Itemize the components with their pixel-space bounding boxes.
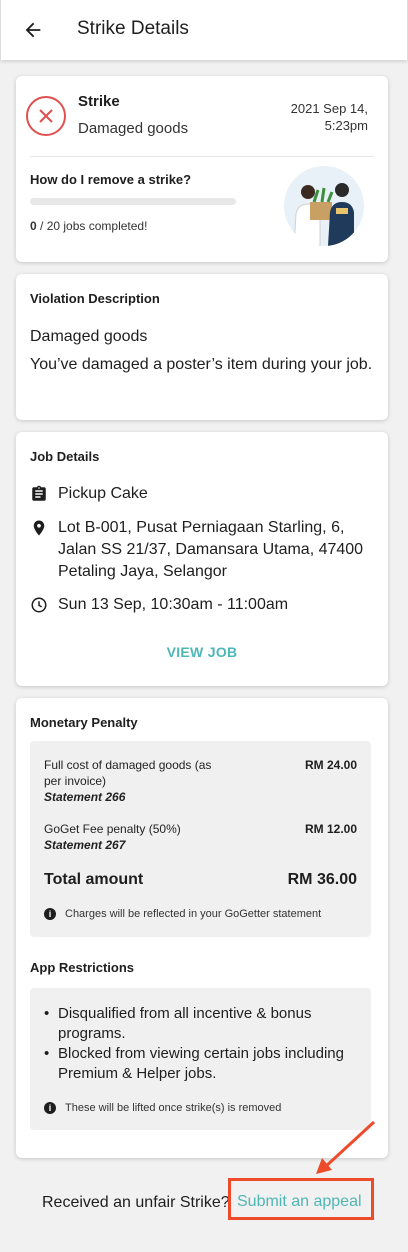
app-restrictions-title: App Restrictions: [30, 960, 135, 975]
view-job-button[interactable]: VIEW JOB: [16, 644, 388, 660]
fee-item: GoGet Fee penalty (50%) Statement 267: [44, 821, 224, 853]
monetary-penalty-title: Monetary Penalty: [30, 715, 138, 730]
fee-item-value: RM 24.00: [304, 758, 357, 772]
restrictions-box: Disqualified from all incentive & bonus …: [30, 988, 371, 1130]
violation-body: You’ve damaged a poster’s item during yo…: [30, 356, 373, 373]
back-button[interactable]: [19, 16, 47, 44]
charges-note: i Charges will be reflected in your GoGe…: [44, 908, 321, 920]
job-details-card: Job Details Pickup Cake Lot B-001, Pusat…: [16, 432, 388, 686]
info-icon: i: [44, 908, 56, 920]
jobs-completed-text: 0 / 20 jobs completed!: [30, 219, 147, 233]
strike-date: 2021 Sep 14, 5:23pm: [268, 100, 368, 134]
job-time: Sun 13 Sep, 10:30am - 11:00am: [58, 596, 289, 613]
penalty-box: Full cost of damaged goods (as per invoi…: [30, 741, 371, 937]
job-name: Pickup Cake: [58, 485, 148, 502]
remove-strike-title: How do I remove a strike?: [30, 172, 192, 187]
strike-card: Strike Damaged goods 2021 Sep 14, 5:23pm…: [16, 76, 388, 262]
violation-title: Violation Description: [30, 291, 160, 306]
job-details-title: Job Details: [30, 449, 100, 464]
job-address: Lot B-001, Pusat Perniagaan Starling, 6,…: [58, 519, 364, 580]
clipboard-icon: [32, 485, 46, 501]
total-value: RM 36.00: [287, 871, 357, 888]
fee-item-label: Full cost of damaged goods (as per invoi…: [44, 758, 212, 788]
jobs-completed-count: 0: [30, 219, 37, 233]
jobs-completed-total: / 20 jobs completed!: [36, 219, 148, 233]
clock-icon: [31, 597, 47, 613]
arrow-left-icon: [25, 22, 41, 38]
penalty-card: Monetary Penalty Full cost of damaged go…: [16, 698, 388, 1158]
restrictions-note: i These will be lifted once strike(s) is…: [44, 1102, 281, 1114]
delivery-illustration: [284, 166, 364, 246]
fee-item-label: GoGet Fee penalty (50%): [44, 822, 181, 836]
charges-note-text: Charges will be reflected in your GoGett…: [65, 908, 322, 920]
strike-title: Strike: [78, 93, 120, 110]
fee-item-statement: Statement 266: [44, 790, 126, 804]
restrictions-note-text: These will be lifted once strike(s) is r…: [65, 1102, 282, 1114]
appeal-prompt: Received an unfair Strike?: [42, 1194, 230, 1211]
submit-appeal-link[interactable]: Submit an appeal: [237, 1193, 362, 1211]
x-circle-icon: [26, 96, 66, 136]
fee-item-statement: Statement 267: [44, 838, 126, 852]
strike-reason: Damaged goods: [78, 120, 189, 137]
restriction-item: Disqualified from all incentive & bonus …: [44, 1004, 364, 1044]
restriction-item: Blocked from viewing certain jobs includ…: [44, 1044, 364, 1084]
strike-date-line2: 5:23pm: [324, 118, 368, 133]
divider: [30, 156, 374, 157]
violation-card: Violation Description Damaged goods You’…: [16, 274, 388, 420]
info-icon: i: [44, 1102, 56, 1114]
jobs-progress-bar: [30, 198, 236, 205]
total-label: Total amount: [44, 871, 144, 888]
appeal-highlight: Submit an appeal: [228, 1178, 374, 1220]
violation-heading: Damaged goods: [30, 328, 148, 345]
strike-date-line1: 2021 Sep 14,: [290, 101, 368, 116]
app-bar: Strike Details: [0, 0, 408, 60]
page-title: Strike Details: [77, 18, 189, 39]
fee-item: Full cost of damaged goods (as per invoi…: [44, 757, 224, 805]
fee-item-value: RM 12.00: [304, 822, 357, 836]
location-pin-icon: [33, 520, 45, 536]
annotation-arrow-icon: [316, 1120, 376, 1174]
